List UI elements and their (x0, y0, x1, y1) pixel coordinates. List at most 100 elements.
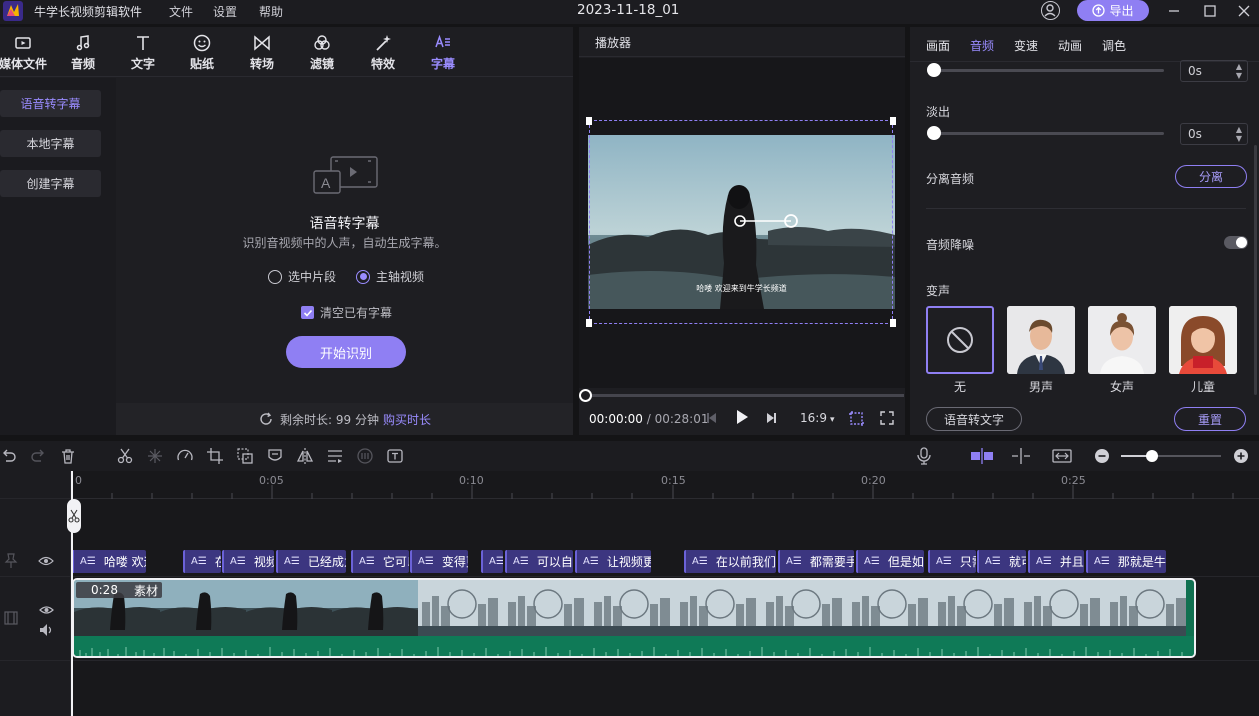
reset-button[interactable]: 重置 (1174, 407, 1246, 431)
stepper-arrows-icon[interactable]: ▲ ▼ (1236, 62, 1242, 80)
playhead-handle[interactable] (67, 499, 81, 533)
menu-settings[interactable]: 设置 (213, 3, 237, 20)
zoom-in-icon[interactable] (1232, 447, 1250, 465)
select-area-icon[interactable] (236, 447, 254, 465)
subtitle-clip[interactable]: A☰ 都需要手 (778, 550, 854, 573)
start-recognition-button[interactable]: 开始识别 (286, 336, 406, 368)
subtitle-clip[interactable]: A☰ 让视频更 (575, 550, 651, 573)
fit-timeline-icon[interactable] (1052, 447, 1072, 465)
minimize-icon[interactable] (1165, 2, 1183, 20)
crop-icon[interactable] (848, 410, 865, 431)
subtitle-clip[interactable]: A☰ 就可 (977, 550, 1026, 573)
eye-icon[interactable] (38, 553, 54, 572)
tool-transition[interactable]: 转场 (238, 33, 286, 73)
tool-sticker[interactable]: 贴纸 (178, 33, 226, 73)
subnav-speech-to-subtitle[interactable]: 语音转字幕 (0, 90, 101, 117)
crop-selection-box[interactable] (589, 120, 893, 324)
tool-media[interactable]: 媒体文件 (0, 33, 47, 73)
pin-icon[interactable] (4, 553, 18, 573)
playback-progress-knob[interactable] (579, 389, 592, 402)
fullscreen-icon[interactable] (879, 410, 895, 430)
eye-icon[interactable] (39, 601, 54, 620)
scissors-icon[interactable] (116, 447, 134, 465)
subnav-create-subtitle[interactable]: 创建字幕 (0, 170, 101, 197)
subtitle-clip[interactable]: A☰ 在 (183, 550, 221, 573)
playback-progress-track[interactable] (586, 394, 904, 397)
tool-subtitle[interactable]: 字幕 (419, 33, 467, 73)
speed-gauge-icon[interactable] (176, 447, 194, 465)
redo-icon[interactable] (29, 447, 47, 465)
fade-out-slider[interactable] (934, 132, 1164, 135)
option-main-video[interactable]: 主轴视频 (356, 268, 424, 285)
text-template-icon[interactable] (386, 447, 404, 465)
aspect-ratio-select[interactable]: 16:9 ▾ (800, 411, 834, 425)
checkbox-checked[interactable] (301, 306, 314, 319)
tab-audio[interactable]: 音频 (970, 37, 994, 54)
speech-to-text-button[interactable]: 语音转文字 (926, 407, 1022, 431)
export-button[interactable]: 导出 (1077, 0, 1149, 21)
subtitle-clip[interactable]: A☰ 视频 (222, 550, 274, 573)
mirror-icon[interactable] (326, 447, 344, 465)
crop-handle[interactable] (890, 117, 896, 125)
stepper-arrows-icon[interactable]: ▲ ▼ (1236, 125, 1242, 143)
microphone-icon[interactable] (915, 447, 933, 465)
fade-in-slider-knob[interactable] (927, 63, 941, 77)
mask-icon[interactable] (266, 447, 284, 465)
subtitle-clip[interactable]: A☰ 哈喽 欢迎 (72, 550, 146, 573)
option-selected-clip[interactable]: 选中片段 (268, 268, 336, 285)
subnav-local-subtitle[interactable]: 本地字幕 (0, 130, 101, 157)
fade-out-slider-knob[interactable] (927, 126, 941, 140)
flip-icon[interactable] (296, 447, 314, 465)
tab-color[interactable]: 调色 (1102, 37, 1126, 54)
voice-child[interactable] (1169, 306, 1237, 374)
close-icon[interactable] (1235, 2, 1253, 20)
maximize-icon[interactable] (1201, 2, 1219, 20)
subtitle-clip[interactable]: A☰ 那就是牛 (1086, 550, 1166, 573)
denoise-toggle[interactable] (1224, 236, 1248, 249)
play-icon[interactable] (733, 408, 751, 430)
clear-existing-subtitles[interactable]: 清空已有字幕 (301, 304, 392, 321)
separate-audio-button[interactable]: 分离 (1175, 165, 1247, 188)
voice-male[interactable] (1007, 306, 1075, 374)
user-avatar-icon[interactable] (1041, 1, 1060, 20)
menu-file[interactable]: 文件 (169, 3, 193, 20)
subtitle-clip[interactable]: A☰ 已经成为 (276, 550, 346, 573)
previous-frame-icon[interactable] (704, 410, 720, 430)
snap-icon[interactable] (970, 447, 994, 465)
fade-in-stepper[interactable]: 0s ▲ ▼ (1180, 60, 1248, 82)
tab-animation[interactable]: 动画 (1058, 37, 1082, 54)
subtitle-clip[interactable]: A☰ 但是如 (856, 550, 924, 573)
freeze-icon[interactable] (146, 447, 164, 465)
zoom-slider-knob[interactable] (1146, 450, 1158, 462)
tool-filter[interactable]: 滤镜 (298, 33, 346, 73)
delete-icon[interactable] (59, 447, 77, 465)
subtitle-clip[interactable]: A☰ 可以自 (505, 550, 573, 573)
voice-none[interactable] (926, 306, 994, 374)
split-marker-icon[interactable] (1010, 447, 1032, 465)
radio-checked[interactable] (356, 269, 370, 284)
subtitle-clip[interactable]: A☰ 并且 (1028, 550, 1084, 573)
crop-handle[interactable] (586, 117, 592, 125)
tab-picture[interactable]: 画面 (926, 37, 950, 54)
tool-effects[interactable]: 特效 (359, 33, 407, 73)
speaker-icon[interactable] (39, 622, 54, 641)
buy-time-link[interactable]: 购买时长 (383, 411, 431, 428)
fade-out-stepper[interactable]: 0s ▲ ▼ (1180, 123, 1248, 145)
zoom-out-icon[interactable] (1093, 447, 1111, 465)
properties-scrollbar[interactable] (1254, 145, 1257, 395)
crop-tool-icon[interactable] (206, 447, 224, 465)
subtitle-clip[interactable]: A☰ 在以前我们 (684, 550, 776, 573)
menu-help[interactable]: 帮助 (259, 3, 283, 20)
subtitle-clip[interactable]: A☰ 只需 (928, 550, 976, 573)
tool-audio[interactable]: 音频 (59, 33, 107, 73)
radio-unchecked[interactable] (268, 269, 282, 284)
refresh-icon[interactable] (258, 411, 274, 427)
record-icon[interactable] (356, 447, 374, 465)
crop-handle[interactable] (890, 319, 896, 327)
crop-handle[interactable] (586, 319, 592, 327)
tab-speed[interactable]: 变速 (1014, 37, 1038, 54)
video-clip[interactable]: 0:28 素材 (72, 578, 1196, 658)
subtitle-clip[interactable]: A☰ 变得更 (410, 550, 468, 573)
next-frame-icon[interactable] (763, 410, 779, 430)
subtitle-clip[interactable]: A☰ 它可以 (351, 550, 409, 573)
